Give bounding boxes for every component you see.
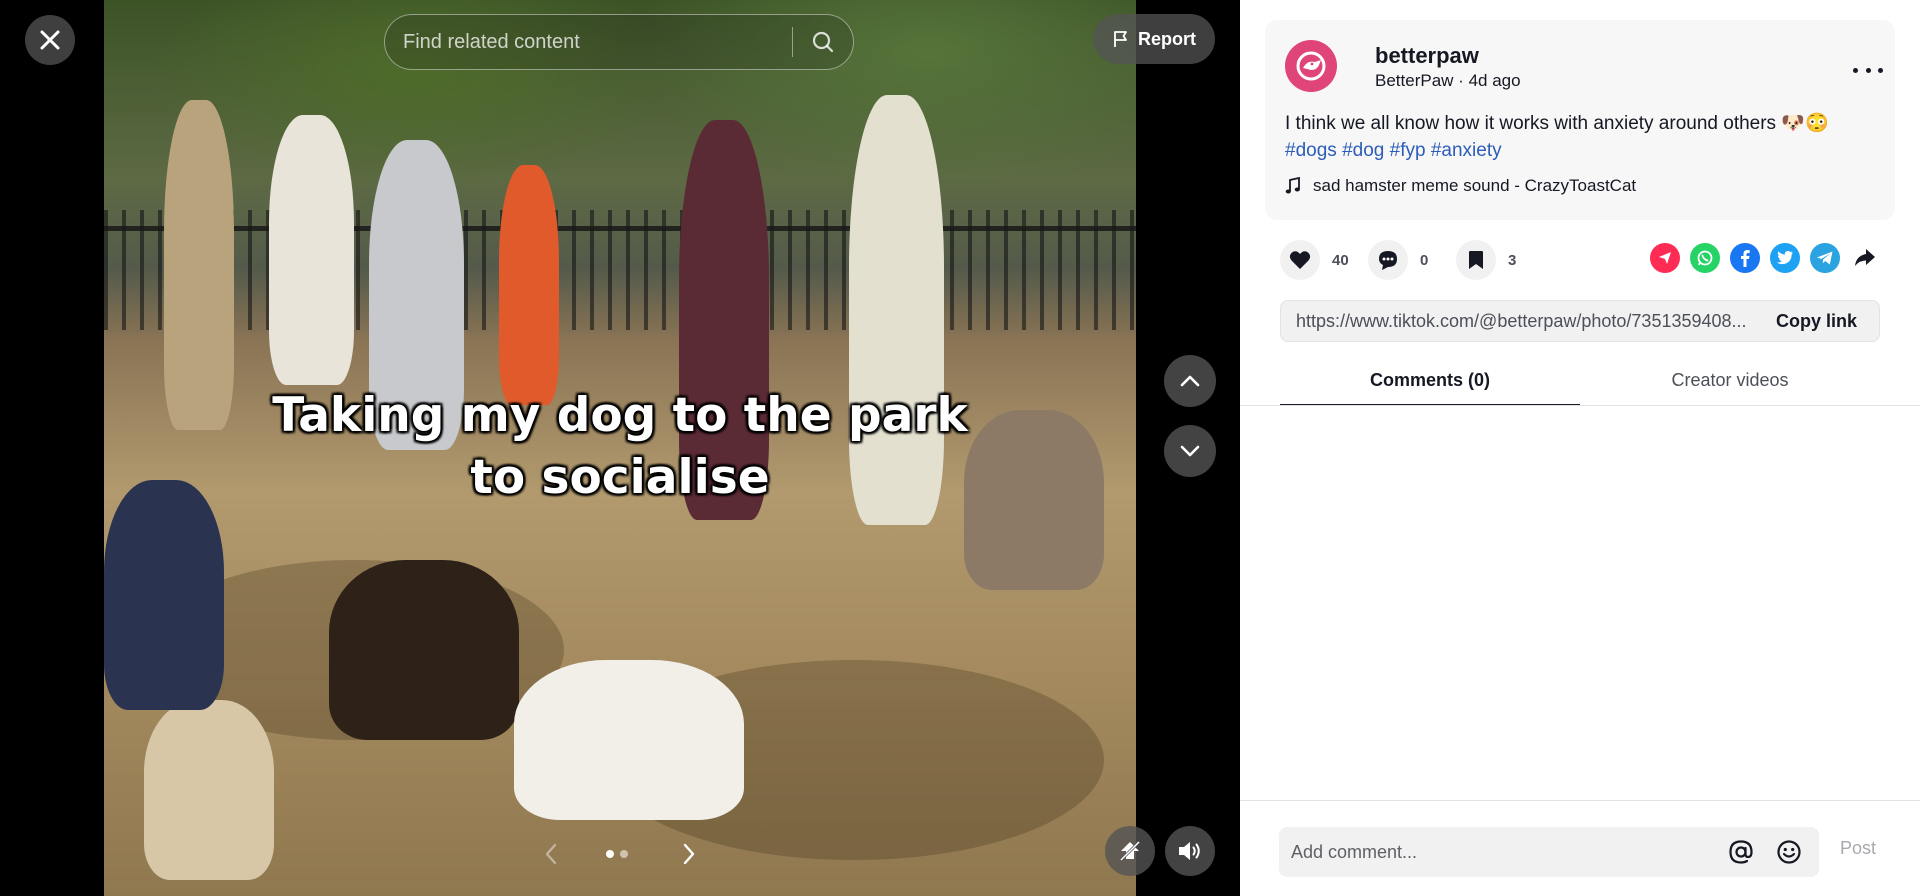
photo-person — [499, 165, 559, 405]
share-arrow-icon — [1855, 249, 1875, 266]
emoji-button[interactable] — [1771, 834, 1807, 870]
volume-icon — [1179, 842, 1200, 860]
telegram-share-button[interactable] — [1810, 243, 1840, 273]
post-photo: Taking my dog to the park to socialise — [104, 0, 1136, 896]
comment-tabs: Comments (0) Creator videos — [1280, 362, 1880, 406]
hashtag-link[interactable]: #dog — [1342, 140, 1384, 161]
hashtag-link[interactable]: #fyp — [1390, 140, 1426, 161]
comment-count: 0 — [1420, 251, 1429, 269]
photo-person — [104, 480, 224, 710]
bookmark-icon — [1469, 251, 1483, 269]
search-bar — [384, 14, 854, 70]
floating-player-button[interactable] — [1105, 826, 1155, 876]
twitter-share-button[interactable] — [1770, 243, 1800, 273]
send-icon — [1659, 252, 1671, 264]
photo-dog-frenchie — [514, 660, 744, 820]
more-dot — [1878, 67, 1883, 73]
carousel-dot[interactable] — [606, 850, 614, 858]
more-share-button[interactable] — [1850, 243, 1880, 273]
photo-dog-pug — [144, 700, 274, 880]
comment-icon-wrap — [1368, 240, 1408, 280]
chevron-right-icon — [683, 843, 695, 865]
betterpaw-logo-icon — [1296, 51, 1326, 81]
close-button[interactable] — [25, 15, 75, 65]
carousel-dots — [606, 850, 628, 858]
volume-button[interactable] — [1165, 826, 1215, 876]
display-name[interactable]: BetterPaw — [1375, 71, 1453, 90]
photo-person — [269, 115, 354, 385]
more-dot — [1853, 67, 1858, 73]
previous-video-button[interactable] — [1164, 355, 1216, 407]
post-info-card: betterpaw BetterPaw · 4d ago I think we … — [1265, 20, 1895, 220]
more-dot — [1865, 67, 1871, 73]
at-sign-icon — [1729, 840, 1753, 864]
next-video-button[interactable] — [1164, 425, 1216, 477]
chevron-left-icon — [545, 843, 557, 865]
hashtag-link[interactable]: #dogs — [1285, 140, 1337, 161]
share-buttons — [1650, 243, 1880, 273]
heart-icon — [1289, 251, 1311, 269]
twitter-icon — [1777, 250, 1793, 265]
photo-fence-rail — [104, 226, 1136, 231]
copy-link-button[interactable]: Copy link — [1751, 311, 1879, 332]
hashtag-link[interactable]: #anxiety — [1431, 140, 1502, 161]
search-button[interactable] — [793, 15, 853, 69]
share-link-url[interactable]: https://www.tiktok.com/@betterpaw/photo/… — [1281, 311, 1751, 332]
post-comment-button[interactable]: Post — [1840, 838, 1876, 859]
flag-icon — [1114, 31, 1127, 47]
emoji-icon — [1777, 840, 1801, 864]
meta-separator: · — [1458, 71, 1469, 90]
more-options-button[interactable] — [1853, 60, 1883, 80]
avatar[interactable] — [1285, 40, 1337, 92]
comment-composer — [1279, 827, 1819, 877]
send-to-friends-button[interactable] — [1650, 243, 1680, 273]
save-count: 3 — [1508, 251, 1517, 269]
description-text: I think we all know how it works with an… — [1285, 113, 1829, 134]
media-viewer: Taking my dog to the park to socialise R… — [0, 0, 1240, 896]
telegram-icon — [1817, 251, 1833, 265]
comment-input[interactable] — [1279, 827, 1723, 877]
composer-divider — [1240, 800, 1920, 801]
chevron-down-icon — [1180, 445, 1200, 457]
music-link[interactable]: sad hamster meme sound - CrazyToastCat — [1285, 176, 1636, 196]
share-link-box: https://www.tiktok.com/@betterpaw/photo/… — [1280, 300, 1880, 342]
next-slide-button[interactable] — [674, 836, 704, 872]
photo-person — [164, 100, 234, 430]
chevron-up-icon — [1180, 375, 1200, 387]
post-description: I think we all know how it works with an… — [1285, 110, 1855, 164]
like-icon-wrap — [1280, 240, 1320, 280]
tab-creator-videos[interactable]: Creator videos — [1580, 362, 1880, 406]
close-icon — [40, 30, 60, 50]
action-bar: 40 0 3 — [1280, 240, 1544, 280]
username[interactable]: betterpaw — [1375, 43, 1479, 69]
like-count: 40 — [1332, 251, 1349, 269]
photo-caption: Taking my dog to the park to socialise — [272, 388, 968, 505]
search-input[interactable] — [385, 15, 792, 69]
carousel-dot[interactable] — [620, 850, 628, 858]
save-button[interactable]: 3 — [1456, 240, 1526, 280]
facebook-share-button[interactable] — [1730, 243, 1760, 273]
save-icon-wrap — [1456, 240, 1496, 280]
whatsapp-share-button[interactable] — [1690, 243, 1720, 273]
photo-dog-black — [329, 560, 519, 740]
tab-comments[interactable]: Comments (0) — [1280, 362, 1580, 406]
floating-player-icon — [1119, 840, 1141, 862]
like-button[interactable]: 40 — [1280, 240, 1350, 280]
post-time: 4d ago — [1468, 71, 1521, 90]
comment-icon — [1379, 251, 1397, 270]
previous-slide-button[interactable] — [536, 836, 566, 872]
music-note-icon — [1285, 177, 1300, 194]
report-label: Report — [1138, 28, 1196, 49]
tabs-divider — [1240, 405, 1920, 406]
report-button[interactable]: Report — [1093, 14, 1215, 64]
mention-button[interactable] — [1723, 834, 1759, 870]
facebook-icon — [1741, 250, 1750, 267]
comment-button[interactable]: 0 — [1368, 240, 1438, 280]
details-panel: betterpaw BetterPaw · 4d ago I think we … — [1240, 0, 1920, 896]
post-meta: BetterPaw · 4d ago — [1375, 71, 1521, 91]
music-title: sad hamster meme sound - CrazyToastCat — [1313, 176, 1637, 195]
search-icon — [812, 31, 834, 53]
whatsapp-icon — [1697, 250, 1713, 266]
